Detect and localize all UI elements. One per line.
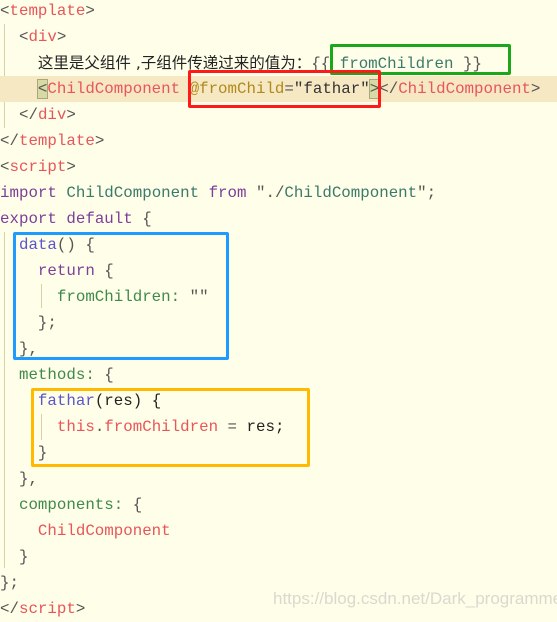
code-token: </ [0,600,19,618]
code-token: template [18,132,95,150]
code-token: script [9,158,67,176]
watermark: https://blog.csdn.net/Dark_programmer [273,589,557,608]
code-token: }, [18,470,38,488]
annotation-box-orange [31,388,310,467]
code-line[interactable]: ChildComponent [0,518,557,544]
code-token: "./ [246,184,285,202]
code-token: { [123,496,143,514]
code-token: ChildComponent [47,80,181,98]
code-token: template [9,2,86,20]
code-token: import [0,184,57,202]
code-line[interactable]: import ChildComponent from "./ChildCompo… [0,180,557,206]
code-token: methods: [18,366,95,384]
code-token: } [18,548,29,566]
code-token: > [66,106,76,124]
code-line[interactable]: <script> [0,154,557,180]
code-token: components: [18,496,124,514]
code-token: { [132,210,152,228]
code-token: </ [0,132,19,150]
code-line[interactable]: </template> [0,128,557,154]
annotation-box-blue [13,232,229,360]
code-token: < [36,79,49,99]
code-token: > [56,28,67,46]
code-token: div [37,106,67,124]
code-line[interactable]: components: { [0,492,557,518]
code-token: { [94,366,114,384]
code-token: }; [0,574,19,592]
code-token: > [75,600,86,618]
code-token: ChildComponent [66,184,200,202]
code-token: > [94,132,105,150]
code-token: ChildComponent [284,184,418,202]
code-token: from [208,184,247,202]
code-token: ChildComponent [398,80,531,98]
code-line[interactable]: <template> [0,0,557,24]
code-token: > [85,2,95,20]
code-token: default [66,210,133,228]
code-line[interactable]: } [0,544,557,570]
code-token: "; [417,184,437,202]
code-token: ChildComponent [37,522,171,540]
code-line[interactable]: export default { [0,206,557,232]
code-token: div [28,28,57,46]
code-token: </ [18,106,38,124]
code-token: script [18,600,76,618]
code-token: export [0,210,57,228]
code-line[interactable]: methods: { [0,362,557,388]
code-token: </ [379,80,399,98]
code-line[interactable]: }, [0,466,557,492]
code-token: > [530,80,541,98]
code-token: > [66,158,76,176]
annotation-box-red [188,70,381,108]
